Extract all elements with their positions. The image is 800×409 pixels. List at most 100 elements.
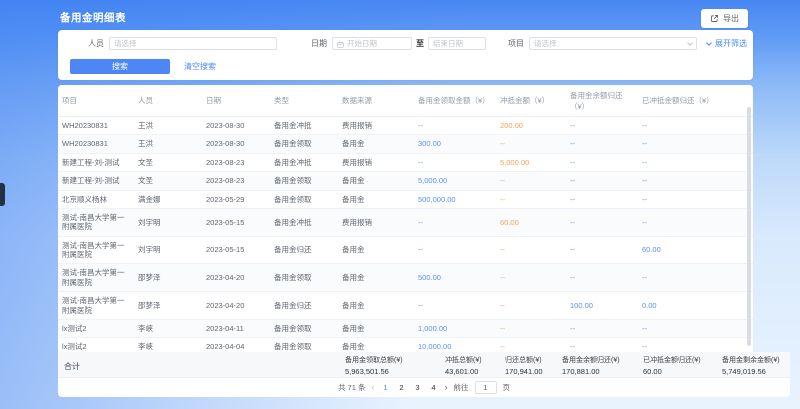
table-cell: 备用金归还 bbox=[270, 301, 338, 310]
table-cell: -- bbox=[414, 121, 496, 130]
page-number-button[interactable]: 4 bbox=[429, 383, 439, 392]
page-number-button[interactable]: 2 bbox=[397, 383, 407, 392]
summary-item: 归还总额(¥)170,941.00 bbox=[505, 355, 543, 376]
person-filter-label: 人员 bbox=[88, 38, 104, 49]
export-button[interactable]: 导出 bbox=[701, 9, 748, 28]
table-cell: 新建工程-刘-测试 bbox=[58, 158, 134, 167]
table-cell: 备用金 bbox=[338, 139, 414, 148]
table-cell: -- bbox=[566, 218, 638, 227]
table-cell: 备用金领取 bbox=[270, 273, 338, 282]
summary-item-value: 5,963,501.56 bbox=[345, 367, 403, 376]
page-title: 备用金明细表 bbox=[60, 10, 126, 25]
date-start-placeholder: 开始日期 bbox=[347, 38, 377, 49]
page-number-button[interactable]: 1 bbox=[381, 383, 391, 392]
table-cell: -- bbox=[566, 158, 638, 167]
table-row: lx测试2李峡2023-04-11备用金领取备用金1,000.00------ bbox=[58, 320, 753, 338]
chevron-down-icon bbox=[687, 40, 693, 46]
summary-item-label: 冲抵总额(¥) bbox=[445, 355, 482, 365]
expand-filter-link[interactable]: 展开筛选 bbox=[707, 38, 747, 49]
column-header: 数据来源 bbox=[338, 95, 414, 106]
table-cell: 邵梦泽 bbox=[134, 273, 202, 282]
table-row: 测试-南昌大学第一附属医院刘宇明2023-05-15备用金冲抵费用报销--60.… bbox=[58, 209, 753, 237]
table-cell: 300.00 bbox=[414, 139, 496, 148]
table-cell: -- bbox=[414, 301, 496, 310]
table-cell: lx测试2 bbox=[58, 324, 134, 333]
table-cell: -- bbox=[566, 273, 638, 282]
table-row: lx测试2李峡2023-04-04备用金领取备用金10,000.00------ bbox=[58, 338, 753, 352]
summary-item: 备用金余额归还(¥)170,881.00 bbox=[562, 355, 620, 376]
table-row: WH20230831王洪2023-08-30备用金冲抵费用报销--200.00-… bbox=[58, 117, 753, 135]
table-cell: 北京顺义杨林 bbox=[58, 195, 134, 204]
table-cell: 测试-南昌大学第一附属医院 bbox=[58, 268, 134, 287]
table-cell: 备用金 bbox=[338, 324, 414, 333]
table-cell: lx测试2 bbox=[58, 342, 134, 351]
table-cell: 备用金归还 bbox=[270, 245, 338, 254]
date-start-input[interactable]: 开始日期 bbox=[332, 37, 412, 50]
summary-item-value: 5,749,019.56 bbox=[722, 367, 780, 376]
sidebar-collapse-handle[interactable] bbox=[0, 183, 5, 206]
column-header: 类型 bbox=[270, 95, 338, 106]
table-footer: 合计 备用金领取总额(¥)5,963,501.56冲抵总额(¥)43,601.0… bbox=[58, 352, 790, 397]
vertical-scrollbar[interactable] bbox=[747, 107, 751, 346]
page-number-button[interactable]: 3 bbox=[413, 383, 423, 392]
calendar-icon bbox=[337, 35, 344, 53]
table-cell: 测试-南昌大学第一附属医院 bbox=[58, 241, 134, 260]
filter-actions-row: 搜索 清空搜索 bbox=[58, 59, 753, 74]
summary-item: 冲抵总额(¥) 43,601.00 bbox=[445, 355, 482, 376]
table-cell: 60.00 bbox=[496, 218, 566, 227]
table-cell: -- bbox=[566, 324, 638, 333]
clear-search-link[interactable]: 清空搜索 bbox=[184, 61, 216, 72]
date-filter-label: 日期 bbox=[311, 38, 327, 49]
pagination: 共 71 条 ‹ 1234 › 前往 1 页 bbox=[58, 378, 790, 396]
table-cell: -- bbox=[566, 342, 638, 351]
table-cell: 测试-南昌大学第一附属医院 bbox=[58, 213, 134, 232]
table-cell: 2023-04-20 bbox=[202, 301, 270, 310]
table-cell: 费用报销 bbox=[338, 121, 414, 130]
table-cell: 备用金领取 bbox=[270, 139, 338, 148]
summary-item-value: 43,601.00 bbox=[445, 367, 482, 376]
table-cell: 2023-08-23 bbox=[202, 158, 270, 167]
table-cell: 2023-08-23 bbox=[202, 176, 270, 185]
table-row: 测试-南昌大学第一附属医院邵梦泽2023-04-20备用金归还备用金----10… bbox=[58, 292, 753, 320]
table-cell: 备用金冲抵 bbox=[270, 218, 338, 227]
next-page-icon[interactable]: › bbox=[445, 383, 448, 392]
goto-page-input[interactable]: 1 bbox=[475, 381, 497, 394]
table-body: WH20230831王洪2023-08-30备用金冲抵费用报销--200.00-… bbox=[58, 117, 753, 352]
search-button[interactable]: 搜索 bbox=[70, 59, 170, 74]
table-cell: 费用报销 bbox=[338, 218, 414, 227]
summary-item: 已冲抵金额归还(¥)60.00 bbox=[643, 355, 701, 376]
date-end-placeholder: 结束日期 bbox=[433, 38, 463, 49]
table-cell: 刘宇明 bbox=[134, 218, 202, 227]
project-filter-select[interactable]: 请选择 bbox=[529, 37, 697, 50]
table-cell: -- bbox=[566, 176, 638, 185]
table-cell: 2023-04-04 bbox=[202, 342, 270, 351]
table-cell: 费用报销 bbox=[338, 158, 414, 167]
table-row: 测试-南昌大学第一附属医院邵梦泽2023-04-20备用金领取备用金500.00… bbox=[58, 264, 753, 292]
table-cell: 500.00 bbox=[414, 273, 496, 282]
table-cell: -- bbox=[496, 139, 566, 148]
table-cell: -- bbox=[566, 195, 638, 204]
table-cell: -- bbox=[496, 273, 566, 282]
table-cell: -- bbox=[496, 176, 566, 185]
project-filter-placeholder: 请选择 bbox=[534, 38, 557, 49]
project-filter-label: 项目 bbox=[508, 38, 524, 49]
table-cell: 2023-04-20 bbox=[202, 273, 270, 282]
person-filter-input[interactable]: 请选择 bbox=[109, 37, 277, 50]
table-cell: -- bbox=[496, 324, 566, 333]
summary-item: 备用金剩余金额(¥)5,749,019.56 bbox=[722, 355, 780, 376]
filter-row: 人员 请选择 日期 开始日期 至 结束日期 项目 请选择 展开筛选 bbox=[58, 37, 753, 50]
goto-page-label: 前往 bbox=[454, 382, 469, 393]
table-cell: 0.00 bbox=[638, 301, 753, 310]
table-cell: 2023-04-11 bbox=[202, 324, 270, 333]
table-cell: 新建工程-刘-测试 bbox=[58, 176, 134, 185]
table-cell: 备用金 bbox=[338, 195, 414, 204]
date-end-input[interactable]: 结束日期 bbox=[428, 37, 486, 50]
pagination-total-count: 共 71 条 bbox=[338, 382, 366, 393]
prev-page-icon[interactable]: ‹ bbox=[372, 383, 375, 392]
table-cell: -- bbox=[414, 218, 496, 227]
table-cell: 100.00 bbox=[566, 301, 638, 310]
table-cell: 文圣 bbox=[134, 176, 202, 185]
table-cell: 备用金领取 bbox=[270, 324, 338, 333]
table-cell: -- bbox=[414, 245, 496, 254]
table-cell: 2023-05-15 bbox=[202, 245, 270, 254]
